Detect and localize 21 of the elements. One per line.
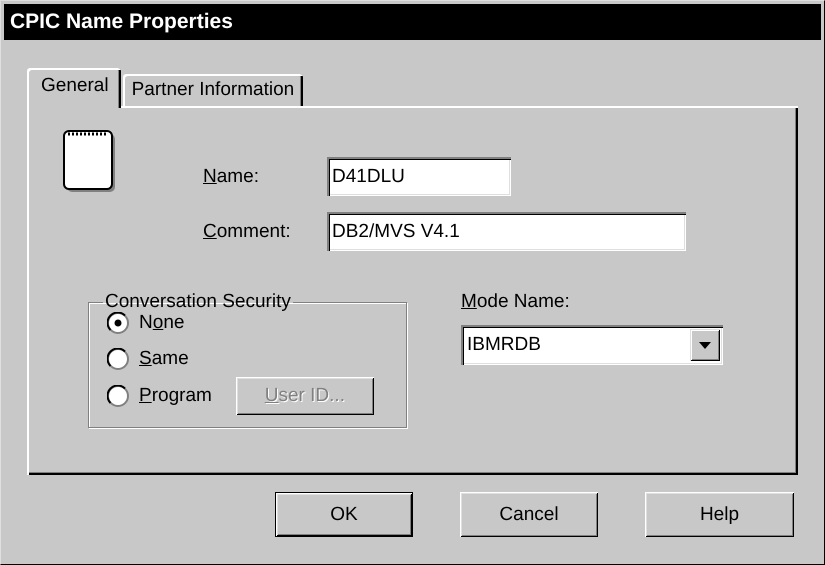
radio-label: Program [139, 385, 212, 407]
dialog-button[interactable]: Cancel [460, 492, 598, 537]
tab[interactable]: General [27, 68, 121, 108]
mode-name-dropdown[interactable]: IBMRDB [461, 325, 723, 365]
mode-name-label: Mode Name: [461, 291, 571, 314]
caret-icon [699, 342, 711, 348]
notepad-icon [63, 130, 117, 194]
radio-label: Same [139, 348, 189, 370]
radio-button[interactable] [107, 348, 129, 370]
radio-button[interactable] [107, 312, 129, 334]
dialog-button[interactable]: Help [645, 492, 794, 537]
radio-button[interactable] [107, 385, 129, 407]
input-field[interactable]: D41DLU [327, 157, 511, 196]
dialog-button[interactable]: OK [275, 492, 413, 537]
input-field[interactable]: DB2/MVS V4.1 [327, 212, 686, 251]
field-label: Name: [203, 166, 260, 188]
window-title: CPIC Name Properties [4, 4, 821, 40]
group-title: Conversation Security [104, 291, 292, 313]
radio-label: None [139, 312, 184, 334]
tab[interactable]: Partner Information [122, 74, 304, 106]
field-label: Comment: [203, 220, 292, 242]
